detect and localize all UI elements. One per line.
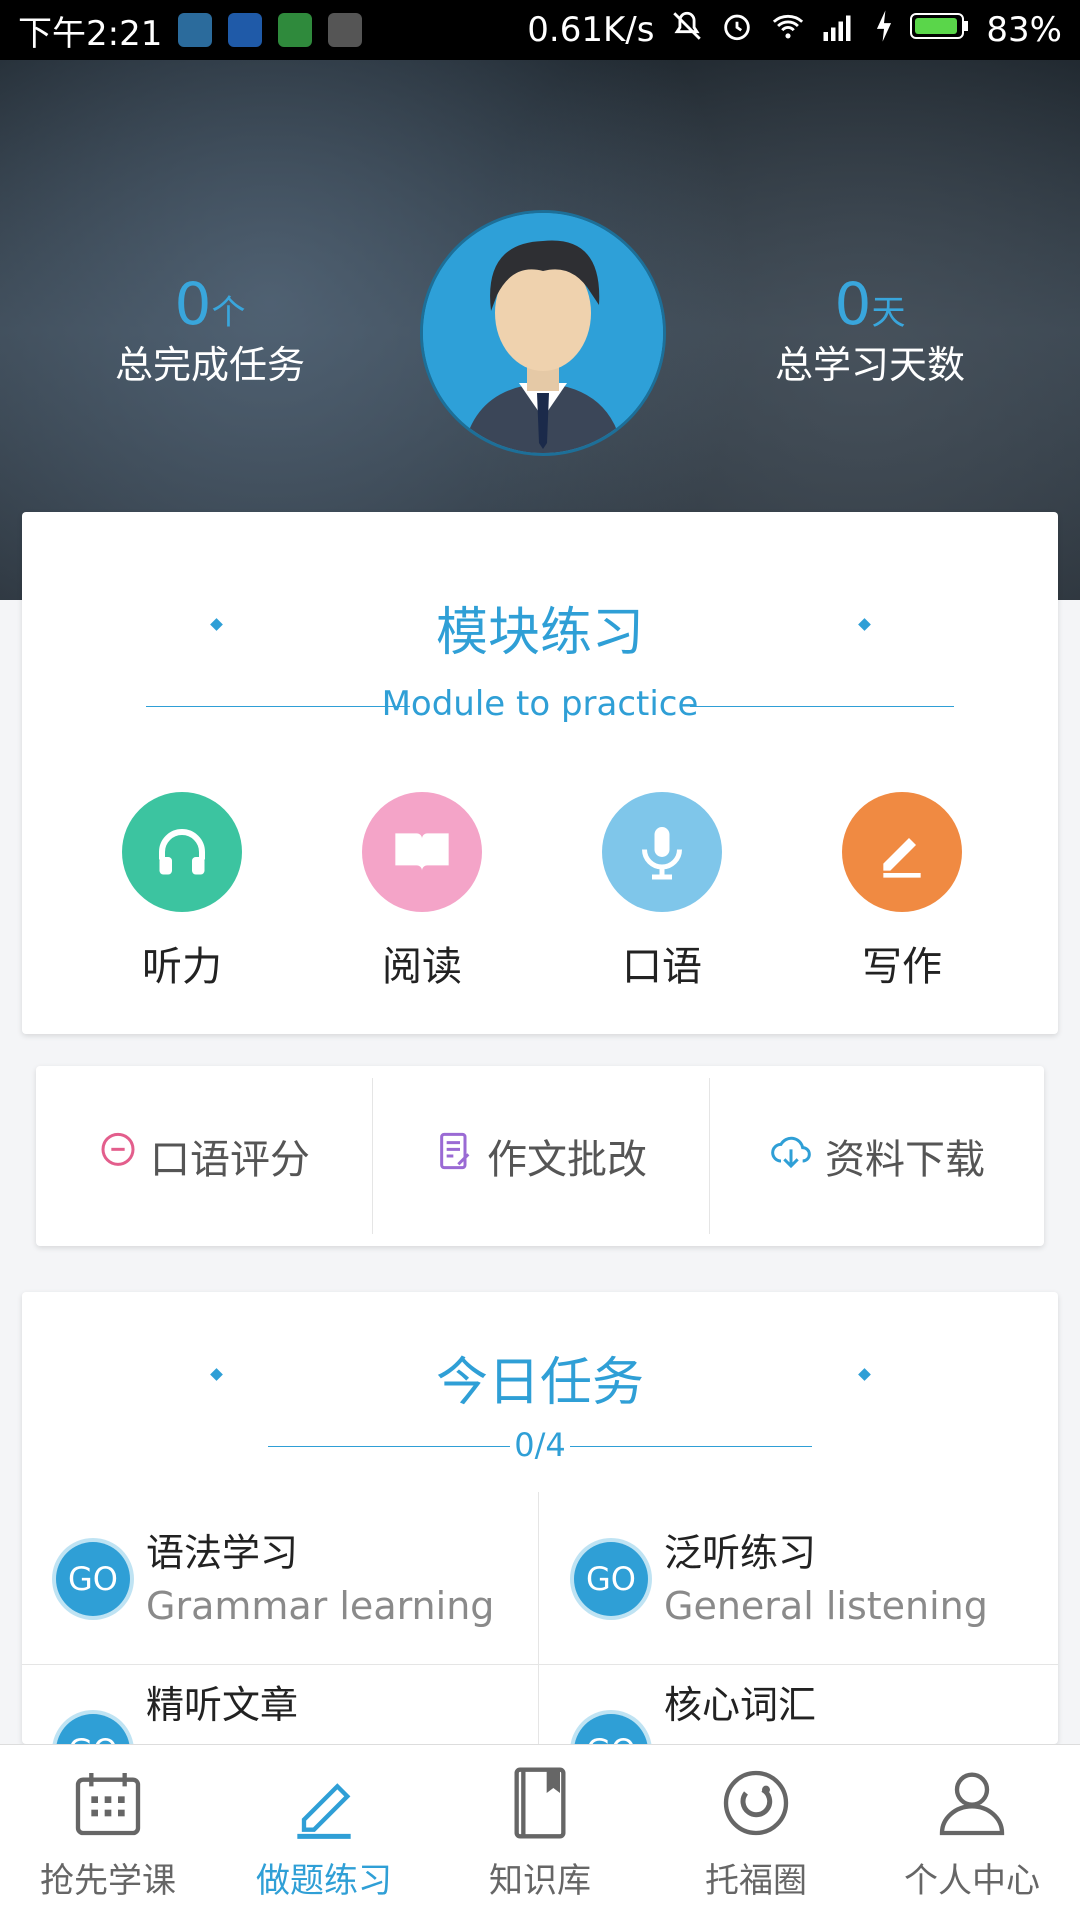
signal-icon — [822, 10, 858, 50]
nav-item-courses[interactable]: 抢先学课 — [0, 1745, 216, 1921]
module-writing[interactable]: 写作 — [822, 792, 982, 992]
status-bar: 下午2:21 0.61K/s 83% — [0, 0, 1080, 60]
nav-label: 抢先学课 — [40, 1861, 176, 1901]
mute-icon — [670, 9, 704, 52]
charging-icon — [874, 9, 894, 52]
tool-label: 资料下载 — [825, 1137, 985, 1183]
task-title: 精听文章 — [146, 1683, 299, 1727]
divider — [538, 1492, 539, 1744]
tool-label: 作文批改 — [487, 1137, 647, 1183]
essay-correction-button[interactable]: 作文批改 — [373, 1066, 709, 1246]
task-grammar[interactable]: GO 语法学习 Grammar learning — [22, 1492, 538, 1662]
study-days-value: 0 — [834, 270, 872, 338]
battery-icon — [910, 10, 970, 50]
chat-bubble-icon — [98, 1131, 138, 1181]
document-edit-icon — [435, 1131, 475, 1181]
usb-icon — [178, 13, 213, 47]
go-badge: GO — [574, 1714, 648, 1744]
circle-refresh-icon — [716, 1770, 796, 1847]
module-listening[interactable]: 听力 — [102, 792, 262, 992]
android-icon — [278, 13, 313, 47]
nav-label: 个人中心 — [904, 1861, 1040, 1901]
today-section-title: 今日任务 — [435, 1353, 644, 1413]
total-tasks-stat: 0个 总完成任务 — [90, 270, 330, 389]
pencil-icon — [284, 1783, 364, 1847]
module-label: 写作 — [862, 944, 942, 990]
study-days-label: 总学习天数 — [774, 343, 965, 387]
alarm-icon — [720, 9, 754, 52]
module-label: 口语 — [622, 944, 702, 990]
module-label: 听力 — [142, 944, 222, 990]
task-intensive-listening[interactable]: GO 精听文章 — [22, 1664, 538, 1744]
module-practice-card: 模块练习 Module to practice 听力 阅读 口语 写作 — [22, 512, 1058, 1034]
bottom-navigation: 抢先学课 做题练习 知识库 托福圈 个人中心 — [0, 1744, 1080, 1921]
go-badge: GO — [56, 1714, 130, 1744]
module-speaking[interactable]: 口语 — [582, 792, 742, 992]
task-subtitle: General listening — [664, 1584, 988, 1628]
today-progress: 0/4 — [514, 1426, 566, 1464]
headphones-icon — [122, 792, 242, 912]
nav-item-profile[interactable]: 个人中心 — [864, 1745, 1080, 1921]
nav-label: 托福圈 — [705, 1861, 807, 1901]
microphone-icon — [602, 792, 722, 912]
task-subtitle: Grammar learning — [146, 1584, 495, 1628]
task-general-listening[interactable]: GO 泛听练习 General listening — [540, 1492, 1056, 1662]
module-reading[interactable]: 阅读 — [342, 792, 502, 992]
task-core-vocabulary[interactable]: GO 核心词汇 — [540, 1664, 1056, 1744]
clock: 下午2:21 — [18, 13, 163, 54]
study-days-stat: 0天 总学习天数 — [750, 270, 990, 389]
total-tasks-unit: 个 — [211, 293, 246, 333]
total-tasks-value: 0 — [174, 270, 212, 338]
tool-label: 口语评分 — [150, 1137, 310, 1183]
person-icon — [932, 1772, 1012, 1847]
task-title: 核心词汇 — [664, 1683, 817, 1727]
battery-percent: 83% — [986, 10, 1062, 50]
pencil-icon — [842, 792, 962, 912]
nav-item-community[interactable]: 托福圈 — [648, 1745, 864, 1921]
material-download-button[interactable]: 资料下载 — [710, 1066, 1044, 1246]
book-icon — [362, 792, 482, 912]
network-speed: 0.61K/s — [527, 10, 655, 50]
nav-item-knowledge[interactable]: 知识库 — [432, 1745, 648, 1921]
avatar-illustration — [423, 213, 663, 453]
go-badge: GO — [56, 1542, 130, 1616]
module-label: 阅读 — [382, 944, 462, 990]
calendar-icon — [68, 1773, 148, 1847]
task-title: 泛听练习 — [664, 1531, 817, 1575]
module-section-subtitle: Module to practice — [381, 684, 699, 724]
nav-label: 做题练习 — [256, 1861, 392, 1901]
message-icon — [328, 13, 363, 47]
wifi-icon — [770, 9, 806, 52]
app-notify-icon — [228, 13, 263, 47]
avatar[interactable] — [420, 210, 666, 456]
module-section-title: 模块练习 — [435, 603, 644, 663]
go-badge: GO — [574, 1542, 648, 1616]
today-tasks-card: 今日任务 0/4 GO 语法学习 Grammar learning GO 泛听练… — [22, 1292, 1058, 1744]
speaking-score-button[interactable]: 口语评分 — [36, 1066, 372, 1246]
nav-label: 知识库 — [489, 1861, 591, 1901]
task-title: 语法学习 — [146, 1531, 299, 1575]
nav-item-practice[interactable]: 做题练习 — [216, 1745, 432, 1921]
total-tasks-label: 总完成任务 — [114, 343, 305, 387]
cloud-download-icon — [769, 1131, 813, 1181]
tools-card: 口语评分 作文批改 资料下载 — [36, 1066, 1044, 1246]
study-days-unit: 天 — [871, 293, 906, 333]
bookmark-book-icon — [500, 1767, 580, 1847]
